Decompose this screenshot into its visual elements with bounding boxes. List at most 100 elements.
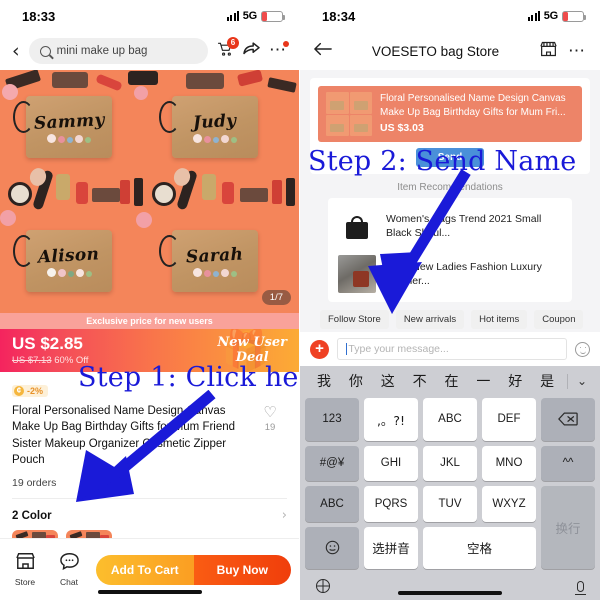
key-grid: 123 ,。?! ABC DEF #@¥ GHI JKL MNO ^^ ABC … [300, 396, 600, 572]
candidate-6[interactable]: 一 [467, 371, 499, 391]
microphone-icon[interactable] [575, 580, 586, 595]
status-time: 18:33 [22, 8, 56, 24]
cart-badge: 6 [227, 36, 239, 49]
more-notification-dot [283, 41, 289, 47]
key-wxyz[interactable]: WXYZ [482, 486, 536, 522]
chat-button[interactable]: Chat [52, 552, 86, 587]
cart-button[interactable]: 6 [217, 36, 239, 61]
original-price: US $7.13 [12, 354, 52, 366]
chip-hot-items[interactable]: Hot items [471, 310, 528, 329]
globe-icon[interactable] [316, 579, 330, 593]
bag-name-3: Alison [37, 243, 101, 268]
signal-icon [528, 11, 540, 21]
back-icon[interactable] [314, 42, 332, 61]
favorite-button[interactable]: ♡ 19 [253, 403, 287, 468]
key-return[interactable]: 换行 [541, 486, 595, 569]
key-123[interactable]: 123 [305, 398, 359, 441]
product-info: ¢ -2% Floral Personalised Name Design Ca… [0, 372, 299, 500]
key-mno[interactable]: MNO [482, 445, 536, 481]
key-jkl[interactable]: JKL [423, 445, 477, 481]
candidate-row: 我 你 这 不 在 一 好 是 ⌄ [300, 366, 600, 396]
chevron-down-icon[interactable]: ⌄ [572, 374, 592, 388]
chat-message-area: Floral Personalised Name Design Canvas M… [300, 70, 600, 332]
candidate-1[interactable]: 我 [308, 371, 340, 391]
emoji-icon[interactable] [575, 341, 590, 357]
key-def[interactable]: DEF [482, 398, 536, 441]
back-icon[interactable]: ‹ [12, 41, 20, 61]
key-symbols[interactable]: #@¥ [305, 445, 359, 481]
list-item[interactable]: Women's Bags Trend 2021 Small Black Shou… [328, 202, 572, 250]
left-panel-product-page: 18:33 5G ‹ mini make up bag 6 ⋯ Sammy Ju… [0, 0, 300, 600]
more-button[interactable]: ⋯ [568, 42, 586, 59]
key-punctuation[interactable]: ,。?! [364, 398, 418, 441]
shared-product-card[interactable]: Floral Personalised Name Design Canvas M… [310, 78, 590, 174]
product-bag-2: Judy [159, 96, 258, 158]
divider [567, 373, 568, 389]
recommendation-name: Women's Bags Trend 2021 Small Black Shou… [386, 212, 542, 239]
chip-coupon[interactable]: Coupon [534, 310, 584, 329]
recommendation-list: Women's Bags Trend 2021 Small Black Shou… [328, 198, 572, 302]
candidate-4[interactable]: 不 [404, 371, 436, 391]
key-pqrs[interactable]: PQRS [364, 486, 418, 522]
product-bag-4: Sarah [159, 230, 258, 292]
shared-product-price: US $3.03 [380, 122, 424, 135]
backspace-icon[interactable] [541, 398, 595, 441]
store-icon[interactable] [539, 41, 558, 62]
gallery-page-indicator: 1/7 [261, 290, 291, 305]
bag-name-1: Sammy [33, 109, 105, 134]
message-input[interactable]: Type your message... [337, 338, 567, 360]
floral-decoration [193, 267, 237, 277]
search-input[interactable]: mini make up bag [28, 38, 208, 64]
bag-name-4: Sarah [185, 244, 245, 267]
key-shift[interactable]: ^^ [541, 445, 595, 481]
chip-follow-store[interactable]: Follow Store [320, 310, 389, 329]
key-abc[interactable]: ABC [423, 398, 477, 441]
candidate-7[interactable]: 好 [499, 371, 531, 391]
store-label: Store [14, 577, 36, 587]
add-to-cart-button[interactable]: Add To Cart [96, 554, 194, 585]
new-user-deal-label: New User Deal [217, 334, 287, 365]
status-bar-right: 18:34 5G [300, 0, 600, 32]
key-abc-mode[interactable]: ABC [305, 486, 359, 522]
search-icon [39, 45, 51, 57]
key-space[interactable]: 空格 [423, 526, 536, 569]
chip-new-arrivals[interactable]: New arrivals [395, 310, 465, 329]
coin-discount-text: -2% [27, 385, 44, 396]
key-tuv[interactable]: TUV [423, 486, 477, 522]
battery-icon [261, 10, 286, 22]
recommendation-thumbnail [338, 207, 376, 245]
store-button[interactable]: Store [8, 552, 42, 587]
home-indicator-right [398, 591, 502, 595]
keyboard-bottom-bar [300, 572, 600, 600]
key-select-pinyin[interactable]: 选拼音 [364, 526, 418, 569]
product-image-gallery[interactable]: Sammy Judy Alison Sarah 1/7 [0, 70, 299, 313]
emoji-key-icon[interactable] [305, 526, 359, 569]
dual-screenshot: 18:33 5G ‹ mini make up bag 6 ⋯ Sammy Ju… [0, 0, 600, 600]
list-item[interactable]: 2021 New Ladies Fashion Luxury Leather..… [328, 250, 572, 298]
candidate-8[interactable]: 是 [531, 371, 563, 391]
right-panel-chat-page: 18:34 5G VOESETO bag Store ⋯ Floral Pers… [300, 0, 600, 600]
battery-icon [562, 10, 587, 22]
price-banner: US $2.85 US $7.13 60% Off 🎁 New User Dea… [0, 329, 299, 372]
floral-decoration [46, 267, 92, 277]
key-ghi[interactable]: GHI [364, 445, 418, 481]
floral-decoration [47, 133, 91, 143]
send-button[interactable]: Send [415, 148, 485, 167]
buy-now-button[interactable]: Buy Now [193, 554, 291, 585]
virtual-keyboard: 我 你 这 不 在 一 好 是 ⌄ 123 ,。?! ABC DEF #@¥ G… [300, 366, 600, 600]
share-button[interactable] [243, 41, 260, 61]
candidate-5[interactable]: 在 [436, 371, 468, 391]
more-button[interactable]: ⋯ [269, 41, 289, 60]
network-label: 5G [242, 10, 257, 22]
search-header: ‹ mini make up bag 6 ⋯ [0, 32, 299, 70]
search-query-text: mini make up bag [56, 45, 148, 57]
chat-label: Chat [60, 577, 78, 587]
store-name-title: VOESETO bag Store [371, 43, 500, 59]
chevron-right-icon[interactable]: › [282, 508, 287, 523]
add-attachment-button[interactable]: + [310, 339, 329, 359]
message-placeholder: Type your message... [348, 343, 449, 355]
coin-discount-badge: ¢ -2% [12, 384, 49, 397]
candidate-3[interactable]: 这 [372, 371, 404, 391]
candidate-2[interactable]: 你 [340, 371, 372, 391]
coin-icon: ¢ [14, 385, 24, 396]
